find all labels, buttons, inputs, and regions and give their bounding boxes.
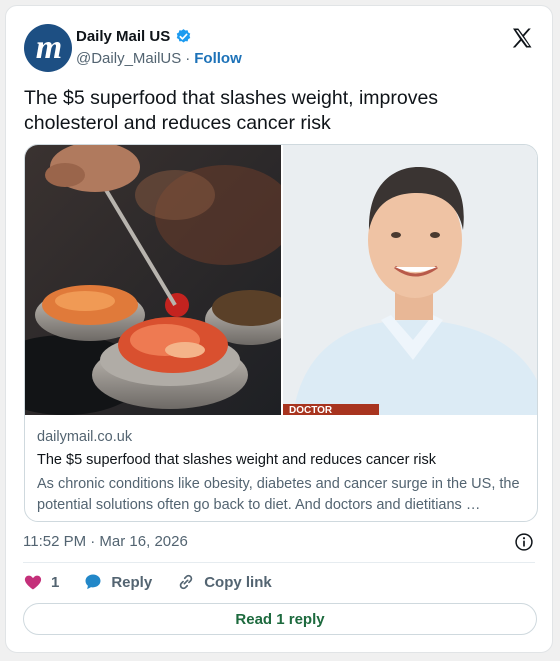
avatar-letter: m	[35, 29, 62, 66]
separator: ·	[185, 50, 191, 67]
heart-icon	[24, 575, 42, 590]
link-meta: dailymail.co.uk The $5 superfood that sl…	[37, 429, 527, 516]
copy-link-button[interactable]: Copy link	[176, 572, 272, 592]
reply-button[interactable]: Reply	[83, 572, 152, 592]
copy-link-label: Copy link	[204, 573, 272, 591]
link-media[interactable]: DOCTOR	[25, 145, 537, 415]
follow-button[interactable]: Follow	[194, 50, 242, 67]
x-logo-icon[interactable]	[510, 26, 534, 50]
speech-bubble-icon	[85, 574, 101, 590]
tweet-text: The $5 superfood that slashes weight, im…	[24, 87, 439, 134]
handle[interactable]: @Daily_MailUS	[76, 50, 181, 67]
image-caption: DOCTOR	[289, 405, 333, 415]
author-name-row: Daily Mail US	[76, 28, 192, 45]
link-icon	[179, 574, 193, 590]
timestamp[interactable]: 11:52 PM · Mar 16, 2026	[23, 533, 188, 550]
info-icon[interactable]	[514, 532, 534, 552]
handle-row: @Daily_MailUS · Follow	[76, 50, 242, 67]
divider	[23, 562, 535, 563]
doctor-portrait-image: DOCTOR	[283, 145, 537, 415]
link-domain: dailymail.co.uk	[37, 429, 133, 445]
link-preview-card[interactable]: DOCTOR dailymail.co.uk The $5 superfood …	[24, 144, 538, 522]
verified-badge-icon	[176, 29, 191, 43]
like-button[interactable]: 1	[23, 572, 59, 592]
read-replies-button[interactable]: Read 1 reply	[23, 603, 537, 635]
kimchi-image	[25, 145, 281, 415]
tweet-card: m Daily Mail US @Daily_MailUS · Follow T…	[5, 5, 553, 653]
action-bar: 1 Reply Copy link	[23, 572, 296, 592]
avatar[interactable]: m	[24, 24, 72, 72]
like-count: 1	[51, 573, 60, 591]
reply-label: Reply	[111, 573, 153, 591]
link-title: The $5 superfood that slashes weight and…	[37, 452, 436, 468]
link-description: As chronic conditions like obesity, diab…	[37, 476, 520, 513]
display-name[interactable]: Daily Mail US	[76, 28, 170, 45]
